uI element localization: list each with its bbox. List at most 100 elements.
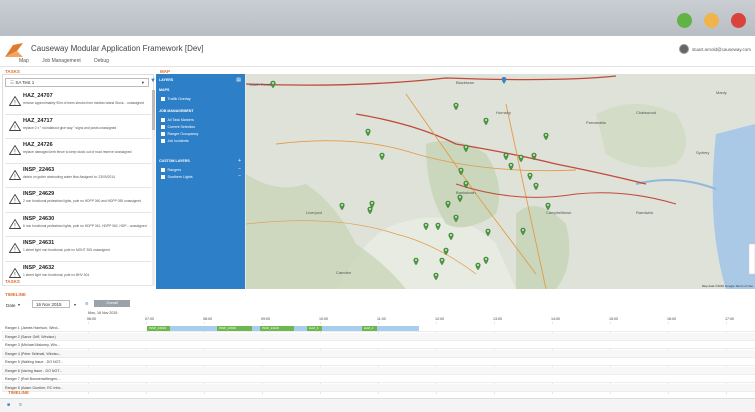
ranger-label[interactable]: Ranger 5 (Waiting Issue - DO NOT... <box>5 360 87 364</box>
map-attribution: Map data ©2015 Google Terms of Use <box>701 284 753 288</box>
date-picker[interactable]: 16 Nov 2015 <box>32 300 70 308</box>
layer-item[interactable]: All Task Markers <box>161 118 194 122</box>
nav-job-management[interactable]: Job Management <box>42 58 81 64</box>
user-email: stuart.arnold@causeway.com <box>691 46 751 52</box>
timeline-event[interactable]: INSP_24106 <box>260 326 294 331</box>
layer-checkbox[interactable] <box>161 168 165 172</box>
nav-map[interactable]: Map <box>19 58 29 64</box>
app-header: Causeway Modular Application Framework [… <box>0 36 755 67</box>
maximize-button[interactable] <box>677 13 692 28</box>
layer-item[interactable]: Current Selection <box>161 125 195 129</box>
map-place-label: Bankstown <box>456 190 476 195</box>
ranger-label[interactable]: Ranger 2 (Sanor Griff, Windsor) <box>5 335 87 339</box>
timeline-event[interactable]: INSP_24630 <box>217 326 252 331</box>
app-title: Causeway Modular Application Framework [… <box>31 44 204 53</box>
close-button[interactable] <box>731 13 746 28</box>
date-prev-icon[interactable]: ▾ <box>18 302 20 307</box>
remove-layer-icon[interactable]: − <box>238 166 241 172</box>
task-item[interactable]: ! HAZ_24717 replace 2 x " roundabout give … <box>5 115 151 139</box>
layer-item-label: All Task Markers <box>167 118 194 122</box>
map-canvas[interactable]: South Penrith Blacktown Parramatta Sydney Li… <box>156 74 755 289</box>
layer-item-label: Southern Lights <box>167 175 193 179</box>
minimize-button[interactable] <box>704 13 719 28</box>
task-description: replace damaged kerb fence to keep stock… <box>23 150 132 154</box>
layer-item[interactable]: Traffic Overlay <box>161 97 191 101</box>
layer-checkbox[interactable] <box>161 175 165 179</box>
task-name: INSP_24630 <box>23 215 55 222</box>
timeline-tick-label: 15:00 <box>609 317 618 321</box>
ranger-label[interactable]: Ranger 4 (Peter Selimati, Windso... <box>5 352 87 356</box>
layers-toggle-icon[interactable]: ▤ <box>236 77 241 83</box>
remove-layer-icon[interactable]: − <box>238 173 241 179</box>
task-item[interactable]: ! INSP_22463 debris on gutter obstructing … <box>5 164 151 188</box>
task-item[interactable]: ! HAZ_24726 replace damaged kerb fence to … <box>5 139 151 164</box>
ranger-label[interactable]: Ranger 8 (Adam Gunther, RC Infor... <box>5 386 87 390</box>
layer-checkbox[interactable] <box>161 97 165 101</box>
timeline-event[interactable]: INSP_24629 <box>147 326 170 331</box>
warning-icon: ! <box>9 243 21 253</box>
ranger-label[interactable]: Ranger 7 (Rob Bosmenwiltergen,... <box>5 377 87 381</box>
timeline-tick-label: 07:00 <box>145 317 154 321</box>
task-item[interactable]: ! INSP_24629 2 non functional pedestrian l… <box>5 188 151 213</box>
timeline-grid: Mon, 16 Nov 2015 06:00 07:00 08:00 09:00 10:… <box>2 311 755 394</box>
task-filter-value: SA Test 1 <box>15 80 35 85</box>
task-item[interactable]: ! INSP_24631 1 street light non functional… <box>5 237 151 262</box>
ranger-label[interactable]: Ranger 3 (Michael Maloney, Win... <box>5 343 87 347</box>
timeline-tick-label: 16:00 <box>667 317 676 321</box>
timeline-event[interactable]: HAZ_1 <box>362 326 377 331</box>
task-item[interactable]: ! HAZ_24707 remove approximately 90m of tr… <box>5 90 151 115</box>
layer-checkbox[interactable] <box>161 125 165 129</box>
task-name: HAZ_24717 <box>23 117 53 124</box>
overall-button[interactable]: Overall <box>94 300 130 307</box>
timeline-tick-label: 11:00 <box>377 317 386 321</box>
layer-item[interactable]: Job Incidents <box>161 139 189 143</box>
layer-checkbox[interactable] <box>161 118 165 122</box>
task-item[interactable]: ! INSP_24632 1 street light non functional… <box>5 262 151 286</box>
layer-section-title: JOB MANAGEMENT <box>159 109 194 113</box>
window-titlebar <box>0 0 755 36</box>
warning-icon: ! <box>9 120 21 131</box>
task-name: INSP_24631 <box>23 240 55 246</box>
list-view-icon[interactable]: ≡ <box>19 402 22 408</box>
task-list-scroll-thumb[interactable] <box>152 90 155 130</box>
timeline-row <box>2 358 755 366</box>
map-place-label: Sydney <box>696 150 709 155</box>
ranger-label[interactable]: Ranger 1 (James Harrison, Wind... <box>5 326 87 330</box>
timeline-tick-label: 06:00 <box>87 317 96 321</box>
nav-debug[interactable]: Debug <box>94 58 109 64</box>
timeline-tick-label: 09:00 <box>261 317 270 321</box>
zoom-control[interactable] <box>748 243 755 275</box>
main-nav: Map Job Management Debug <box>19 58 121 64</box>
layer-checkbox[interactable] <box>161 139 165 143</box>
status-bar: ■ ≡ <box>0 398 755 412</box>
date-label: Date <box>6 303 16 308</box>
avatar <box>678 44 689 54</box>
map-view[interactable]: South Penrith Blacktown Parramatta Sydney Li… <box>156 74 755 289</box>
chevron-down-icon: ▾ <box>141 80 144 85</box>
task-description: 1 street light non functional, pole no B… <box>23 272 90 277</box>
date-next-icon[interactable]: ▾ <box>74 302 76 307</box>
grid-view-icon[interactable]: ■ <box>7 402 10 408</box>
layer-checkbox[interactable] <box>161 132 165 136</box>
task-description: 6 non functional pedestrian lights, pole… <box>23 223 147 228</box>
layer-item[interactable]: Rangers <box>161 168 181 172</box>
add-layer-icon[interactable]: + <box>238 158 241 164</box>
task-name: INSP_24629 <box>23 191 55 197</box>
user-menu[interactable]: stuart.arnold@causeway.com <box>678 44 751 54</box>
task-description: replace 2 x " roundabout give way " sign… <box>23 125 117 130</box>
timeline-row <box>2 349 755 358</box>
task-name: HAZ_24726 <box>23 142 53 148</box>
timeline-event[interactable]: HAZ_3 <box>307 326 322 331</box>
tasks-panel: ☰ SA Test 1 ▾ ▼ ! HAZ_24707 remove approxi… <box>2 74 156 286</box>
layer-item[interactable]: Ranger Occupancy <box>161 132 198 136</box>
task-filter-select[interactable]: ☰ SA Test 1 ▾ <box>5 78 149 87</box>
map-place-label: South Penrith <box>249 82 273 87</box>
task-name: HAZ_24707 <box>23 93 53 99</box>
settings-icon[interactable]: ⚙ <box>85 301 89 306</box>
task-item[interactable]: ! INSP_24630 6 non functional pedestrian l… <box>5 213 151 237</box>
map-place-label: Hornsby <box>496 110 511 115</box>
layer-item-label: Traffic Overlay <box>167 97 191 101</box>
ranger-label[interactable]: Ranger 6 (Vaving Issue - DO NOT... <box>5 369 87 373</box>
layer-item[interactable]: Southern Lights <box>161 175 193 179</box>
timeline-row <box>2 383 755 392</box>
